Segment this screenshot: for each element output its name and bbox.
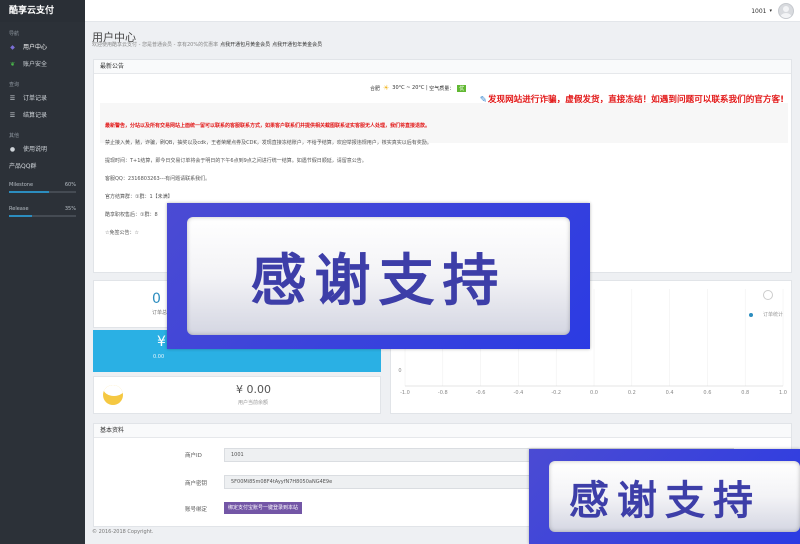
progress-release: Release 35%	[0, 205, 85, 217]
account-bind-label: 账号绑定	[185, 507, 208, 513]
chart-x-tick: 0.6	[703, 390, 711, 396]
progress-label: Release	[9, 206, 29, 212]
progress-fill	[9, 191, 50, 193]
sidebar: 酷享云支付 导航 ◆ 用户中心 ❦ 账户安全 查询 ☰ 订单记录 ☰ 结算记录 …	[0, 0, 85, 544]
sidebar-item-help[interactable]: ● 使用说明	[0, 141, 85, 158]
notice-line: 提现时间：T+1结算，即今日交易订单将会于明日的下午6点到9点之间进行统一结算。…	[105, 158, 367, 164]
chart-x-tick: 0.2	[628, 390, 636, 396]
weather-city: 合肥	[370, 85, 381, 92]
avatar[interactable]	[778, 3, 794, 19]
chart-x-tick: 1.0	[779, 390, 787, 396]
welcome-text: 欢迎使用酷享云支付 - 您是普通会员 - 享有20%的优惠率	[92, 42, 219, 48]
chart-x-tick: -0.6	[476, 390, 486, 396]
merchant-id-label: 商户ID	[185, 453, 202, 459]
banner-text: 感谢支持	[250, 248, 507, 314]
sidebar-item-label: 账户安全	[23, 61, 48, 68]
sidebar-section-other: 其他	[9, 133, 20, 139]
chart-x-tick: -0.8	[438, 390, 448, 396]
chart-x-tick: -0.2	[551, 390, 561, 396]
balance-card: ¥ 0.00 用户当前余额	[93, 376, 381, 414]
moon-icon	[103, 385, 123, 405]
weather-aqi-badge: 优	[457, 84, 467, 92]
sun-icon: ☀	[383, 84, 390, 92]
notice-line: 客服QQ：2316803263---有问题请联系我们。	[105, 176, 211, 182]
progress-percent: 60%	[64, 182, 76, 188]
thanks-banner-small[interactable]: 感谢支持	[529, 449, 800, 544]
sidebar-item-orders[interactable]: ☰ 订单记录	[0, 90, 85, 107]
notice-line: ☆免签公告：☆	[105, 230, 139, 236]
orders-count: 0	[152, 291, 161, 307]
weather-aqi-label: 空气质量：	[429, 85, 455, 92]
sidebar-item-label: 用户中心	[23, 44, 48, 51]
warning-text: 最新警告，分站以及所有交易网站上面统一留可以联系的客服联系方式，如果客户联系们并…	[105, 123, 431, 129]
weather-widget: 合肥 ☀ 30°C ~ 20°C | 空气质量： 优	[370, 84, 467, 92]
user-icon: ◆	[10, 44, 15, 51]
yearly-gold-link[interactable]: 点我开通包年黄金会员	[272, 42, 322, 48]
banner-inner: 感谢支持	[187, 217, 570, 335]
sidebar-item-label: 产品QQ群	[9, 163, 37, 170]
user-menu[interactable]: 1001 ▾	[751, 2, 794, 20]
notice-line: 酷享职权售后：①群：8	[105, 212, 158, 218]
sidebar-item-label: 订单记录	[23, 95, 48, 102]
list-icon: ☰	[9, 112, 16, 119]
progress-bar	[9, 215, 76, 217]
page-subtitle: 欢迎使用酷享云支付 - 您是普通会员 - 享有20%的优惠率 点我开通包月黄金会员…	[92, 41, 322, 48]
merchant-key-label: 商户密钥	[185, 481, 208, 487]
chart-y-tick: 0	[398, 368, 401, 374]
progress-label: Milestone	[9, 182, 34, 188]
announcement-title: 最新公告	[94, 60, 791, 74]
sidebar-item-settlements[interactable]: ☰ 结算记录	[0, 107, 85, 124]
caret-down-icon[interactable]: ▾	[769, 8, 772, 14]
chart-x-tick: 0.4	[666, 390, 674, 396]
progress-bar	[9, 191, 76, 193]
banner-inner: 感谢支持	[549, 461, 800, 532]
list-icon: ☰	[9, 95, 16, 102]
notice-line: 官方结算群：①群：1【未满】	[105, 194, 173, 200]
weather-temp: 30°C ~ 20°C	[392, 85, 425, 91]
notice-line: 禁止接入黄，赌，诈骗，刷QB，抽奖以及cdk，王者荣耀点券及CDK，发现直接冻结…	[105, 140, 432, 146]
leaf-icon: ❦	[9, 61, 16, 68]
info-icon: ●	[9, 146, 16, 153]
sidebar-section-nav: 导航	[9, 31, 20, 37]
bind-alipay-button[interactable]: 绑定支付宝账号一键登录到本站	[224, 502, 303, 514]
progress-percent: 35%	[64, 206, 76, 212]
sidebar-section-query: 查询	[9, 82, 20, 88]
thanks-banner[interactable]: 感谢支持	[167, 203, 590, 349]
income-value: 0.00	[153, 354, 165, 360]
banner-text: 感谢支持	[569, 477, 761, 524]
chart-x-tick: -0.4	[514, 390, 524, 396]
sidebar-item-label: 结算记录	[23, 112, 48, 119]
chart-x-tick: 0.0	[590, 390, 598, 396]
balance-value: ¥ 0.00	[236, 383, 271, 396]
income-currency: ¥	[157, 334, 166, 350]
balance-label: 用户当前余额	[238, 400, 269, 406]
sidebar-item-security[interactable]: ❦ 账户安全	[0, 56, 85, 73]
top-navbar: 1001 ▾	[85, 0, 800, 22]
sidebar-item-qq-group[interactable]: 产品QQ群	[0, 158, 85, 175]
profile-title: 基本资料	[94, 424, 791, 438]
user-name[interactable]: 1001	[751, 8, 766, 15]
progress-fill	[9, 215, 33, 217]
chart-x-tick: -1.0	[400, 390, 410, 396]
footer-copyright: © 2016-2018 Copyright.	[92, 529, 154, 535]
chart-x-tick: 0.8	[741, 390, 749, 396]
brand-logo[interactable]: 酷享云支付	[0, 0, 85, 22]
sidebar-item-label: 使用说明	[23, 146, 48, 153]
monthly-gold-link[interactable]: 点我开通包月黄金会员	[220, 42, 270, 48]
sidebar-item-user-center[interactable]: ◆ 用户中心	[0, 39, 85, 56]
progress-milestone: Milestone 60%	[0, 181, 85, 193]
